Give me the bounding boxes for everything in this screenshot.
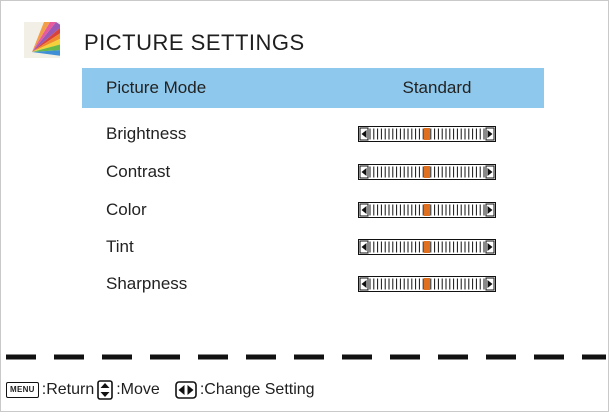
move-hint: :Move: [116, 381, 160, 398]
slider-level-marker: [424, 166, 430, 178]
row-tint[interactable]: Tint: [82, 227, 544, 267]
row-label: Tint: [106, 237, 134, 256]
tint-slider[interactable]: [358, 239, 496, 255]
color-slider[interactable]: [358, 202, 496, 218]
row-label: Contrast: [106, 162, 171, 181]
row-color[interactable]: Color: [82, 190, 544, 230]
menu-key-icon: MENU: [6, 382, 39, 398]
footer-hints: MENU :Return :Move :Change Setting: [6, 375, 315, 405]
picture-menu-icon: [24, 22, 60, 58]
contrast-slider[interactable]: [358, 164, 496, 180]
row-sharpness[interactable]: Sharpness: [82, 264, 544, 304]
left-right-arrows-icon: [175, 381, 197, 399]
slider-level-marker: [424, 278, 430, 290]
slider-level-marker: [424, 128, 430, 140]
slider-level-marker: [424, 204, 430, 216]
page-title: PICTURE SETTINGS: [84, 30, 305, 55]
row-picture-mode[interactable]: Picture Mode Standard: [82, 68, 544, 108]
row-label: Brightness: [106, 124, 187, 143]
row-label: Picture Mode: [106, 78, 207, 97]
row-contrast[interactable]: Contrast: [82, 152, 544, 192]
row-brightness[interactable]: Brightness: [82, 114, 544, 154]
brightness-slider[interactable]: [358, 126, 496, 142]
picture-mode-value[interactable]: Standard: [362, 78, 512, 98]
up-down-arrows-icon: [97, 380, 114, 400]
row-label: Color: [106, 200, 147, 219]
slider-level-marker: [424, 241, 430, 253]
return-hint: :Return: [41, 381, 95, 398]
sharpness-slider[interactable]: [358, 276, 496, 292]
divider: [6, 354, 606, 360]
row-label: Sharpness: [106, 274, 188, 293]
change-setting-hint: :Change Setting: [199, 381, 315, 398]
